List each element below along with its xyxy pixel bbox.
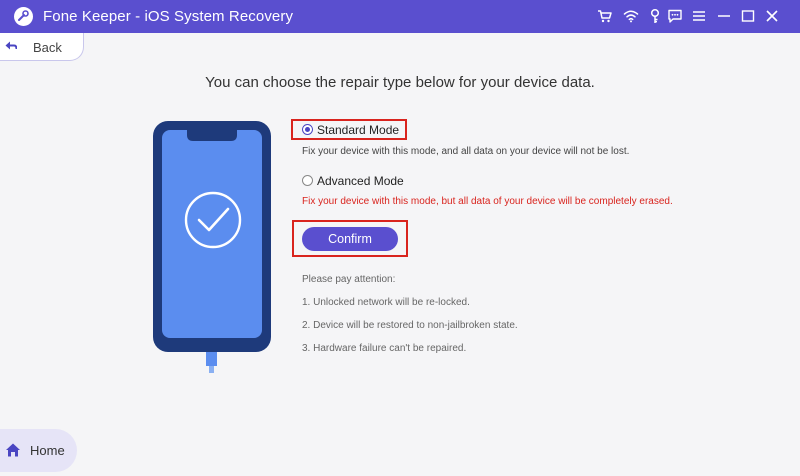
app-title: Fone Keeper - iOS System Recovery	[43, 8, 294, 25]
attention-title: Please pay attention:	[302, 274, 396, 285]
note-item: 2. Device will be restored to non-jailbr…	[302, 320, 518, 331]
back-label: Back	[33, 40, 62, 55]
back-button[interactable]: Back	[0, 33, 84, 61]
menu-icon[interactable]	[691, 8, 707, 24]
advanced-mode-label[interactable]: Advanced Mode	[317, 174, 404, 188]
standard-mode-radio[interactable]	[302, 124, 313, 135]
advanced-mode-radio[interactable]	[302, 175, 313, 186]
cart-icon[interactable]	[597, 8, 613, 24]
standard-mode-description: Fix your device with this mode, and all …	[302, 146, 630, 157]
title-bar: Fone Keeper - iOS System Recovery	[0, 0, 800, 33]
home-label: Home	[30, 443, 65, 458]
maximize-icon[interactable]	[740, 8, 756, 24]
app-logo-icon	[14, 7, 33, 26]
advanced-mode-warning: Fix your device with this mode, but all …	[302, 196, 673, 207]
key-icon[interactable]	[647, 8, 663, 24]
confirm-button[interactable]: Confirm	[302, 227, 398, 251]
minimize-icon[interactable]	[716, 8, 732, 24]
home-button[interactable]: Home	[0, 429, 77, 472]
standard-mode-label[interactable]: Standard Mode	[317, 123, 399, 137]
phone-illustration	[153, 121, 271, 373]
feedback-icon[interactable]	[667, 8, 683, 24]
wifi-icon[interactable]	[623, 8, 639, 24]
close-icon[interactable]	[764, 8, 780, 24]
back-arrow-icon	[5, 41, 17, 50]
home-icon	[6, 443, 20, 457]
note-item: 1. Unlocked network will be re-locked.	[302, 297, 470, 308]
note-item: 3. Hardware failure can't be repaired.	[302, 343, 467, 354]
page-heading: You can choose the repair type below for…	[205, 74, 595, 91]
